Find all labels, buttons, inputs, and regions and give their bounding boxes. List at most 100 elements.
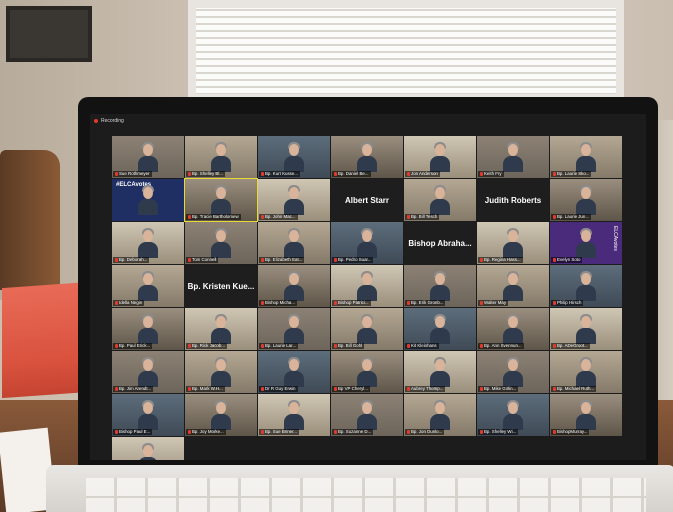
- participant-tile[interactable]: Bp. Deborah...: [112, 222, 184, 264]
- participant-tile[interactable]: Bp. Shelley Bl...: [185, 136, 257, 178]
- participant-name: Bp. Joy Morke...: [192, 429, 224, 434]
- participant-tile[interactable]: Kit Kleinhans: [404, 308, 476, 350]
- participant-video-avatar: [429, 185, 451, 215]
- participant-name: Bp. Jim Arendt...: [119, 386, 152, 391]
- participant-tile[interactable]: Tom Connell: [185, 222, 257, 264]
- participant-name-label: Bp. Suzanne D...: [332, 429, 374, 435]
- avatar-body: [357, 414, 377, 430]
- participant-tile[interactable]: Bp. Laurie Lar...: [258, 308, 330, 350]
- participant-video-avatar: [429, 271, 451, 301]
- participant-tile[interactable]: Jon Anderson: [404, 136, 476, 178]
- muted-mic-icon: [407, 172, 410, 176]
- participant-tile[interactable]: Keith Fry: [477, 136, 549, 178]
- participant-tile[interactable]: Bishop Micha...: [258, 265, 330, 307]
- participant-name: Bp. Michael Ruth...: [557, 386, 595, 391]
- participant-tile[interactable]: Bp. Elizabeth Eat...: [258, 222, 330, 264]
- participant-tile[interactable]: Bp. Ann Svennun...: [477, 308, 549, 350]
- participant-video-avatar: [210, 185, 232, 215]
- participant-tile[interactable]: Bp. Bill Tesch: [404, 179, 476, 221]
- participant-tile[interactable]: Bp. Kristen Kue...: [185, 265, 257, 307]
- participant-name: Bp. Tracie Bartholomew: [192, 214, 239, 219]
- muted-mic-icon: [115, 258, 118, 262]
- participant-tile[interactable]: Bp VP Cheryl...: [331, 351, 403, 393]
- avatar-head: [435, 359, 445, 371]
- participant-video-avatar: [356, 314, 378, 344]
- participant-tile[interactable]: Aubrey Thomp...: [404, 351, 476, 393]
- participant-tile[interactable]: Bp. Shelley Wi...: [477, 394, 549, 436]
- avatar-body: [576, 285, 596, 301]
- participant-tile[interactable]: Bp. Laurie Jun...: [550, 179, 622, 221]
- muted-mic-icon: [334, 172, 337, 176]
- muted-mic-icon: [334, 258, 337, 262]
- participant-video-avatar: [283, 185, 305, 215]
- participant-name: Bp. John Mac...: [265, 214, 296, 219]
- participant-video-avatar: [137, 228, 159, 258]
- avatar-head: [581, 359, 591, 371]
- muted-mic-icon: [553, 430, 556, 434]
- participant-tile[interactable]: Bishop Abraha...: [404, 222, 476, 264]
- participant-tile[interactable]: Bishop Paul E...: [112, 394, 184, 436]
- participant-tile[interactable]: Bp. Mike Girlin...: [477, 351, 549, 393]
- participant-tile[interactable]: Bp. Daniel Be...: [331, 136, 403, 178]
- participant-name-label: Bp. ADeGroot...: [551, 343, 590, 349]
- participant-name: Bp. Deborah...: [119, 257, 148, 262]
- participant-tile[interactable]: Bp. Kurt Kusse...: [258, 136, 330, 178]
- avatar-head: [581, 316, 591, 328]
- participant-tile[interactable]: Bp. Regina Hass...: [477, 222, 549, 264]
- participant-display-name: Albert Starr: [344, 195, 389, 205]
- participant-tile[interactable]: Bishop Patrici...: [331, 265, 403, 307]
- participant-tile[interactable]: Philip Hirsch: [550, 265, 622, 307]
- participant-tile[interactable]: Bp. Paul Erick...: [112, 308, 184, 350]
- participant-tile[interactable]: Judith Roberts: [477, 179, 549, 221]
- participant-tile[interactable]: Bp. Rick Jacob...: [185, 308, 257, 350]
- participant-video-avatar: [137, 142, 159, 172]
- avatar-body: [211, 328, 231, 344]
- muted-mic-icon: [261, 258, 264, 262]
- participant-tile[interactable]: Deacon John...: [112, 437, 184, 460]
- avatar-body: [503, 156, 523, 172]
- avatar-head: [289, 273, 299, 285]
- participant-tile[interactable]: Bp. Sue Briner...: [258, 394, 330, 436]
- participant-tile[interactable]: Bp. Jim Arendt...: [112, 351, 184, 393]
- participant-name-label: Kit Kleinhans: [405, 343, 439, 349]
- participant-tile[interactable]: Bp. John Mac...: [258, 179, 330, 221]
- participant-name: Philip Hirsch: [557, 300, 582, 305]
- participant-video-avatar: [356, 400, 378, 430]
- participant-tile[interactable]: Bp. Joy Morke...: [185, 394, 257, 436]
- participant-tile[interactable]: #ELCAvotes: [112, 179, 184, 221]
- participant-tile[interactable]: Walter May: [477, 265, 549, 307]
- avatar-body: [576, 414, 596, 430]
- participant-tile[interactable]: Bp. ADeGroot...: [550, 308, 622, 350]
- participant-video-avatar: [502, 228, 524, 258]
- participant-tile[interactable]: Bp. Mark W.H...: [185, 351, 257, 393]
- participant-tile[interactable]: Bp. Laurie Sko...: [550, 136, 622, 178]
- participant-name-label: Bp. Deborah...: [113, 257, 150, 263]
- participant-tile[interactable]: Bp. Pedro Suar...: [331, 222, 403, 264]
- participant-tile[interactable]: BishopMurray...: [550, 394, 622, 436]
- participant-name-label: Bp. John Mac...: [259, 214, 298, 220]
- avatar-body: [503, 242, 523, 258]
- participant-tile[interactable]: Bp. Michael Ruth...: [550, 351, 622, 393]
- participant-tile[interactable]: Albert Starr: [331, 179, 403, 221]
- participant-tile[interactable]: Bp. Tracie Bartholomew: [184, 178, 258, 222]
- participant-name-label: Bp. Michael Ruth...: [551, 386, 597, 392]
- participant-name: Bp. Mike Girlin...: [484, 386, 517, 391]
- muted-mic-icon: [334, 430, 337, 434]
- participant-video-avatar: [137, 357, 159, 387]
- participant-tile[interactable]: Idella Negin: [112, 265, 184, 307]
- participant-name-label: Aubrey Thomp...: [405, 386, 446, 392]
- participant-tile[interactable]: Bp. Jon Dunlo...: [404, 394, 476, 436]
- recording-label: Recording: [101, 118, 124, 124]
- avatar-head: [508, 273, 518, 285]
- muted-mic-icon: [188, 172, 191, 176]
- participant-video-avatar: [210, 400, 232, 430]
- participant-tile[interactable]: Bp. Erik Gronb...: [404, 265, 476, 307]
- participant-tile[interactable]: Bp. Bill Gohl: [331, 308, 403, 350]
- participant-tile[interactable]: Dr R Guy Erwin: [258, 351, 330, 393]
- participant-tile[interactable]: Bp. Suzanne D...: [331, 394, 403, 436]
- muted-mic-icon: [261, 344, 264, 348]
- participant-tile[interactable]: ELCAvotes Evelyn Soto: [550, 222, 622, 264]
- participant-tile[interactable]: Sue Rothmeyer: [112, 136, 184, 178]
- participant-name-label: Bp. Sue Briner...: [259, 429, 299, 435]
- avatar-head: [508, 402, 518, 414]
